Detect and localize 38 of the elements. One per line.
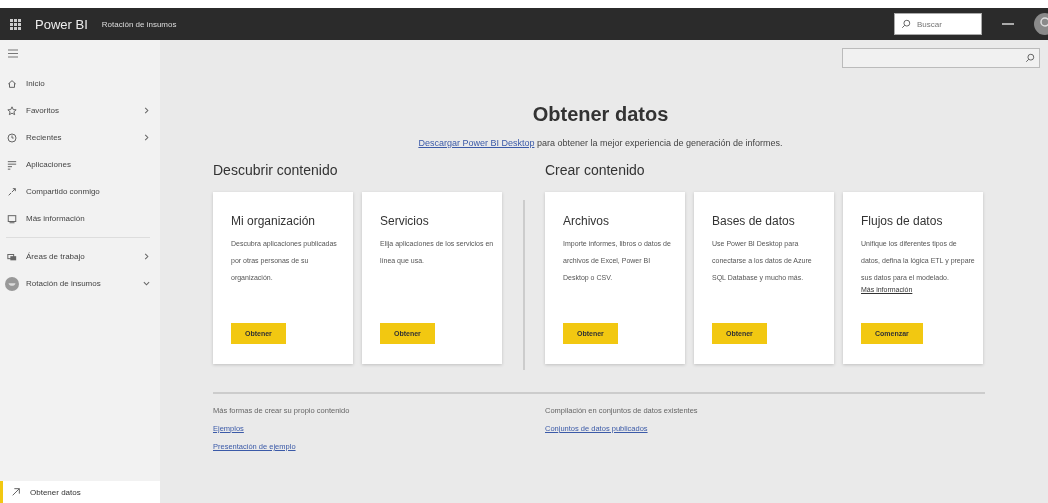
sidebar-item[interactable]: Rotación de insumos: [0, 270, 160, 297]
workspace-icon: [7, 251, 17, 262]
sidebar-item[interactable]: Áreas de trabajo: [0, 243, 160, 270]
section-heading: Crear contenido: [545, 162, 646, 178]
sidebar-item[interactable]: Compartido conmigo: [0, 178, 160, 205]
section-heading: Descubrir contenido: [213, 162, 339, 178]
sidebar-item[interactable]: Más información: [0, 205, 160, 232]
card-title: Bases de datos: [712, 214, 796, 228]
app-name: Power BI: [35, 16, 88, 32]
star-icon: [7, 105, 17, 116]
app-launcher-icon[interactable]: [10, 18, 21, 30]
search-icon: [901, 19, 911, 29]
chevron-right-icon[interactable]: [143, 107, 150, 114]
card-title: Servicios: [380, 214, 430, 228]
arrow-icon: [11, 487, 21, 497]
clock-icon: [7, 132, 17, 143]
home-icon: [7, 78, 17, 89]
sidebar-item[interactable]: Inicio: [0, 70, 160, 97]
sidebar-item[interactable]: Aplicaciones: [0, 151, 160, 178]
chevron-right-icon[interactable]: [143, 134, 150, 141]
workspace-breadcrumb[interactable]: Rotación de insumos: [101, 19, 177, 29]
search-icon: [1025, 53, 1035, 63]
menu-icon[interactable]: [8, 49, 18, 58]
search-field[interactable]: [842, 48, 1040, 68]
chevron-right-icon[interactable]: [143, 253, 150, 260]
apps-icon: [7, 159, 17, 170]
card-title: Flujos de datos: [861, 214, 944, 228]
get-data-item[interactable]: Obtener datos: [0, 481, 160, 503]
page-title: Obtener datos: [531, 103, 670, 126]
sidebar-item[interactable]: Favoritos: [0, 97, 160, 124]
sidebar-item[interactable]: Recientes: [0, 124, 160, 151]
search-field[interactable]: Buscar: [894, 13, 982, 35]
card-title: Archivos: [563, 214, 610, 228]
workspace-avatar-icon: [5, 276, 19, 291]
intro-text: Descargar Power BI Desktop para obtener la mejor experiencia de generación de informes.: [417, 138, 784, 148]
chevron-down-icon[interactable]: [143, 280, 150, 287]
download-link[interactable]: Descargar Power BI Desktop: [418, 138, 535, 148]
card-title: Mi organización: [231, 214, 317, 228]
